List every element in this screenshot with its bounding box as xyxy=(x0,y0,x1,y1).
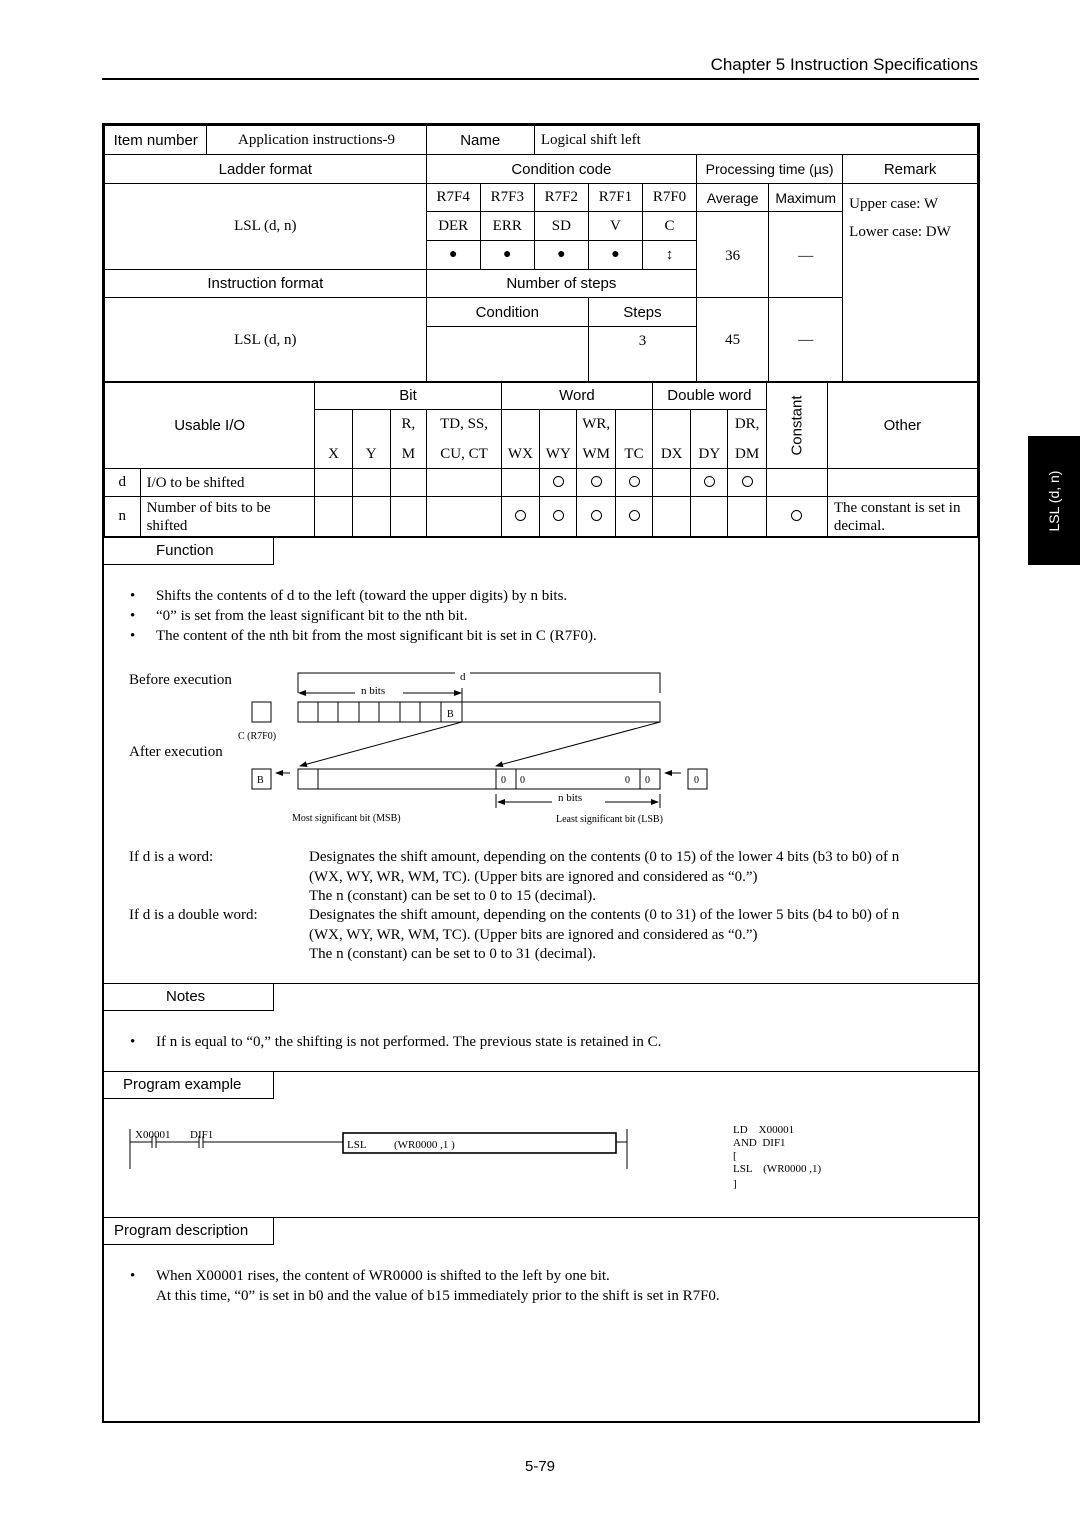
mnemonic-line: [ xyxy=(733,1150,737,1162)
mnemonic-line: LD X00001 xyxy=(733,1124,794,1136)
contact-dif1-label: DIF1 xyxy=(190,1129,213,1141)
program-description-continuation: At this time, “0” is set in b0 and the v… xyxy=(156,1288,720,1304)
lsl-box-op: LSL xyxy=(347,1139,367,1151)
mnemonic-line: AND DIF1 xyxy=(733,1137,786,1149)
lsl-instruction-box xyxy=(342,1132,617,1154)
program-description-text: When X00001 rises, the content of WR0000… xyxy=(130,1266,950,1306)
side-tab: LSL (d, n) xyxy=(1028,436,1080,565)
mnemonic-line: ] xyxy=(733,1178,737,1190)
mnemonic-listing: LD X00001 AND DIF1 [ LSL (WR0000 ,1) ] xyxy=(733,1124,822,1190)
program-description-bullet: When X00001 rises, the content of WR0000… xyxy=(130,1266,950,1286)
page-number: 5-79 xyxy=(524,1458,556,1475)
contact-x00001-label: X00001 xyxy=(135,1129,170,1141)
lsl-box-args: (WR0000 ,1 ) xyxy=(394,1139,455,1151)
side-tab-label: LSL (d, n) xyxy=(1046,470,1062,531)
mnemonic-line: LSL (WR0000 ,1) xyxy=(733,1163,822,1175)
program-description-label: Program description xyxy=(104,1218,274,1245)
